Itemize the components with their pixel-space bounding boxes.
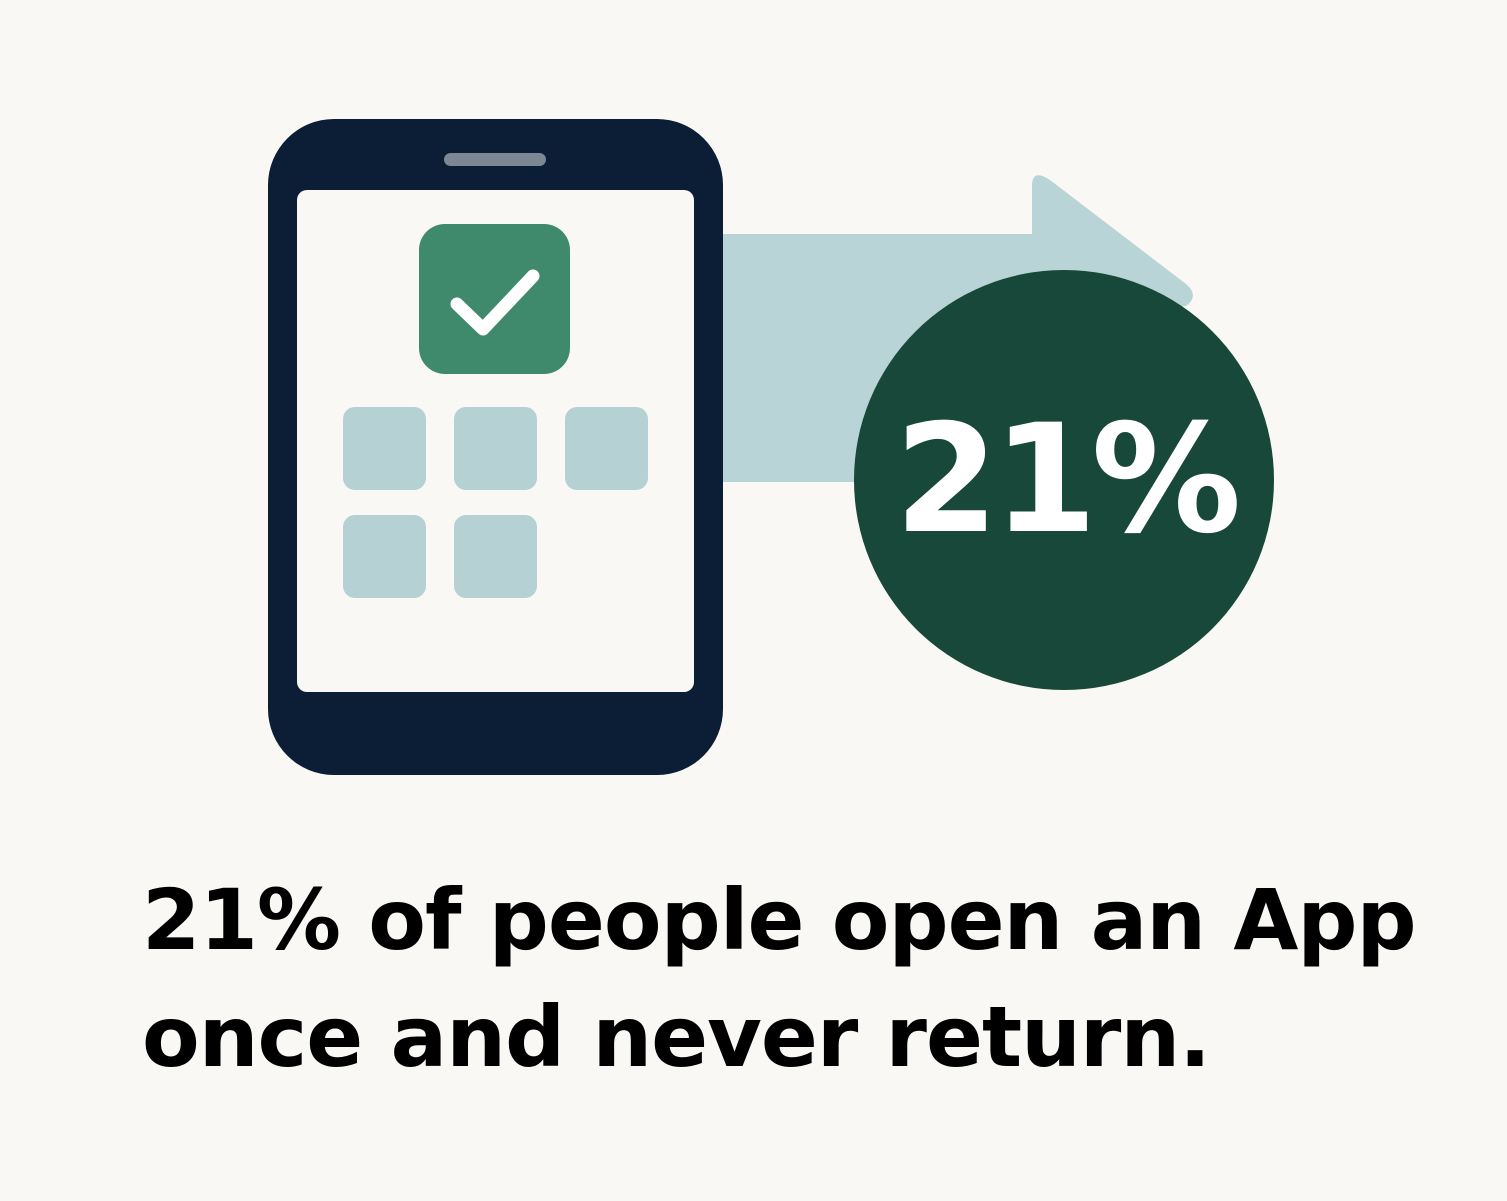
headline-line-2: once and never return. xyxy=(142,988,1211,1086)
phone-speaker xyxy=(444,153,546,166)
illustration xyxy=(268,119,1274,775)
checked-app-tile xyxy=(419,224,570,374)
headline-line-1: 21% of people open an App xyxy=(142,871,1417,969)
app-tile xyxy=(565,407,648,490)
headline: 21% of people open an App once and never… xyxy=(142,862,1442,1096)
stat-value: 21% xyxy=(894,393,1241,567)
app-tile xyxy=(454,515,537,598)
app-tile xyxy=(343,515,426,598)
app-tile xyxy=(343,407,426,490)
app-tile xyxy=(454,407,537,490)
